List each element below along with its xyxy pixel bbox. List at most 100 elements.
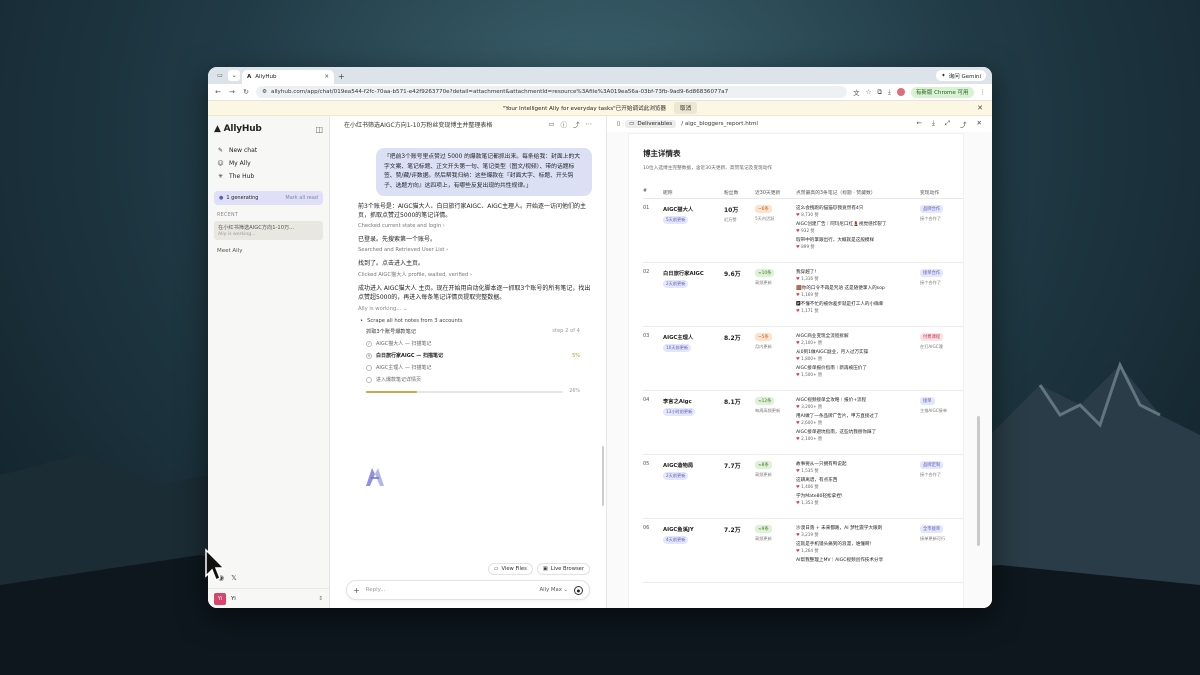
assistant-message: 成功进入 AIGC猫大人 主页。现在开始用自动化脚本逐一抓取3个账号的所有笔记，… — [358, 285, 591, 301]
chat-scrollbar[interactable] — [602, 446, 604, 506]
note-item[interactable]: AIGC商业变现全流程拆解 ♥ 2,100+ 赞 — [796, 333, 920, 346]
extensions-icon[interactable]: ⧉ — [877, 88, 882, 97]
view-files-button[interactable]: ▭ View Files — [487, 563, 533, 575]
live-browser-button[interactable]: ▣ Live Browser — [536, 563, 590, 575]
sidebar-item-the-hub[interactable]: ✳ The Hub — [214, 170, 323, 183]
note-item[interactable]: 从0到1做AIGC副业，月入过万实操 ♥ 1,800+ 赞 — [796, 349, 920, 362]
new-tab-icon[interactable]: + — [338, 72, 345, 81]
profile-avatar[interactable] — [896, 88, 905, 96]
note-item[interactable]: 这辆离谱，有点东西 ♥ 1,406 赞 — [796, 477, 920, 490]
chat-header: 在小红书筛选AIGC方向1-10万粉丝变现博主并整理表格 ▭ ⓘ ⤴ ⋯ — [330, 116, 606, 132]
ask-gemini-button[interactable]: ✦ 询问 Gemini — [936, 70, 986, 81]
blogger-name[interactable]: 白日旅行家AIGC — [663, 269, 724, 277]
tab-group-icon[interactable]: ▭ — [214, 70, 226, 81]
expand-icon[interactable]: ⤢ — [945, 119, 950, 129]
fans-count: 7.7万 — [724, 463, 741, 470]
report-subtitle: 10位入选博主完整数据，含近30天更新、高赞笔记及变现动作 — [643, 166, 773, 171]
menu-dots-icon[interactable]: ⋮ — [980, 88, 987, 96]
more-icon[interactable]: ⋯ — [586, 120, 593, 128]
check-icon: ✓ — [366, 340, 372, 347]
folder-icon[interactable]: ▭ — [548, 120, 554, 128]
note-item[interactable]: 故事要从一只拥有鸭说起 ♥ 1,535 赞 — [796, 461, 920, 474]
close-tab-icon[interactable]: ✕ — [324, 74, 329, 80]
app-logo[interactable]: ▲ AllyHub — [214, 124, 262, 134]
blogger-name[interactable]: 李言之Aigc — [663, 397, 724, 405]
blogger-name[interactable]: AIGC鱼溪JY — [663, 525, 724, 533]
forward-icon[interactable]: → — [228, 88, 236, 96]
close-notification-icon[interactable]: ✕ — [977, 104, 983, 112]
tab-allyhub[interactable]: A AllyHub ✕ — [242, 70, 334, 84]
task-list-title: 抓取3个账号爆款笔记 — [366, 329, 416, 335]
mark-all-read-button[interactable]: Mark all read — [285, 195, 318, 201]
document-icon: ▯ — [617, 121, 621, 127]
heart-icon: ♥ — [796, 548, 800, 553]
bookmark-star-icon[interactable]: ☆ — [866, 88, 872, 96]
share-icon[interactable]: ⤴ — [573, 119, 580, 129]
recent-chat-item[interactable]: 在小红书筛选AIGC方向1-10万... Ally is working... — [214, 221, 323, 240]
note-item[interactable]: 这么会拽跑的猫猫🐱我竟然有4只 ♥ 8,730 赞 — [796, 205, 920, 218]
note-item[interactable]: 🟫你的口令不再是咒语 这是随便掌入的sop ♥ 1,169 赞 — [796, 285, 920, 298]
note-item[interactable]: 这就是手机镜头痛到的浪漫，谁懂啊! ♥ 1,264 赞 — [796, 541, 920, 554]
note-item[interactable]: AIGC接单避坑指南，这些坑我替你踩了 ♥ 2,100+ 赞 — [796, 429, 920, 442]
reply-input[interactable]: Reply... — [366, 587, 534, 593]
chevron-right-icon: › — [446, 247, 449, 253]
update-sub: 5天内活跃 — [755, 216, 775, 221]
note-item[interactable]: 沙漠日落 + 未来都路，AI 梦牡震学大眼刺 ♥ 3,219 赞 — [796, 525, 920, 538]
sidebar-item-my-ally[interactable]: ☺ My Ally — [214, 157, 323, 170]
user-menu[interactable]: Yi Yi ⇕ — [208, 588, 329, 608]
note-item[interactable]: 我穿越了! ♥ 1,316 赞 — [796, 269, 920, 282]
blogger-name[interactable]: AIGC造物局 — [663, 461, 724, 469]
note-item[interactable]: AIGC视频接单全攻略｜报价+流程 ♥ 3,200+ 赞 — [796, 397, 920, 410]
sidebar-item-new-chat[interactable]: ✎ New chat — [214, 144, 323, 157]
deliverables-breadcrumb[interactable]: ▭ Deliverables — [625, 120, 677, 128]
update-count-badge: ~5条 — [755, 333, 772, 341]
attach-plus-icon[interactable]: + — [353, 586, 360, 595]
back-icon[interactable]: ← — [214, 88, 222, 96]
download-icon[interactable]: ⤓ — [888, 88, 891, 97]
close-icon[interactable]: ✕ — [977, 119, 982, 129]
model-selector[interactable]: Ally Max ⌄ — [540, 587, 568, 593]
note-item[interactable]: 用AI做了一条品牌广告片，甲方直接过了 ♥ 2,600+ 赞 — [796, 413, 920, 426]
folder-icon: ▭ — [629, 121, 635, 127]
tool-step[interactable]: Searched and Retrieved User List › — [358, 247, 592, 253]
x-twitter-icon[interactable]: 𝕏 — [231, 574, 237, 582]
url-field[interactable]: ⚙ allyhub.com/app/chat/019ea544-f2fc-70a… — [256, 86, 848, 98]
note-item[interactable]: AI帮我整理上MV｜AIGC视频创作技术分享 — [796, 557, 920, 563]
download-icon[interactable]: ⤓ — [932, 119, 935, 129]
file-breadcrumb: / aigc_bloggers_report.html — [681, 121, 758, 127]
note-item[interactable]: AIGC创建广告｜阿玛尼口红💄视觉感炸裂了 ♥ 932 赞 — [796, 221, 920, 234]
note-item[interactable]: AIGC接单报价指南｜新再被压价了 ♥ 1,500+ 赞 — [796, 365, 920, 378]
cancel-debug-button[interactable]: 取消 — [674, 102, 698, 114]
heart-icon: ♥ — [796, 292, 800, 297]
back-arrow-icon[interactable]: ← — [917, 119, 922, 129]
task-item-active: ✕ 白日旅行家AIGC — 扫描笔记 5% — [366, 352, 580, 359]
tool-step[interactable]: Checked current state and login › — [358, 223, 592, 229]
tool-step[interactable]: Clicked AIGC猫大人 profile, waited, verifie… — [358, 271, 592, 278]
pending-circle-icon — [366, 376, 372, 383]
report-scrollbar[interactable] — [977, 416, 980, 546]
blogger-name[interactable]: AIGC主理人 — [663, 333, 724, 341]
update-time-badge: 10天前更新 — [663, 344, 692, 352]
note-item[interactable]: 瑕带中的掌跟出行，大概就是这般模样 ♥ 899 赞 — [796, 237, 920, 250]
running-icon: ✕ — [366, 352, 372, 359]
working-status[interactable]: Ally is working... ⌄ — [358, 306, 592, 312]
heart-icon: ♥ — [796, 500, 800, 505]
note-item[interactable]: 🅿不懂不忙的被你差步就是打工人的小确幸 ♥ 1,171 赞 — [796, 301, 920, 314]
voice-record-icon[interactable]: ● — [574, 585, 583, 595]
meet-ally-link[interactable]: Meet Ally — [214, 248, 323, 254]
share-icon[interactable]: ⤴ — [960, 119, 967, 129]
generating-status[interactable]: ● 1 generating Mark all read — [214, 191, 323, 205]
reload-icon[interactable]: ↻ — [242, 88, 250, 96]
new-version-button[interactable]: 有新版 Chrome 可用 — [910, 86, 974, 98]
blogger-name[interactable]: AIGC猫大人 — [663, 205, 724, 213]
site-info-icon[interactable]: ⚙ — [262, 89, 267, 95]
tab-search-icon[interactable]: ⌄ — [228, 70, 240, 81]
note-item[interactable]: 学为Mate80轻松拿捏! ♥ 1,353 赞 — [796, 493, 920, 506]
table-header: # 昵称 粉丝数 近30天更新 点赞最高的3条笔记（标题 · 赞藏数） 变现动作 — [643, 189, 963, 199]
collapse-sidebar-icon[interactable]: ◫ — [315, 125, 323, 134]
task-item: ✓ AIGC猫大人 — 扫描笔记 — [366, 340, 432, 347]
update-sub: 高频更新 — [755, 472, 772, 477]
table-row: 05 AIGC造物局 2天前更新 7.7万 ≈8条 高频更新 故事要从一只拥有鸭说起 ♥ 1,… — [643, 455, 963, 519]
info-icon[interactable]: ⓘ — [561, 119, 568, 129]
translate-icon[interactable]: 文 — [853, 87, 860, 97]
